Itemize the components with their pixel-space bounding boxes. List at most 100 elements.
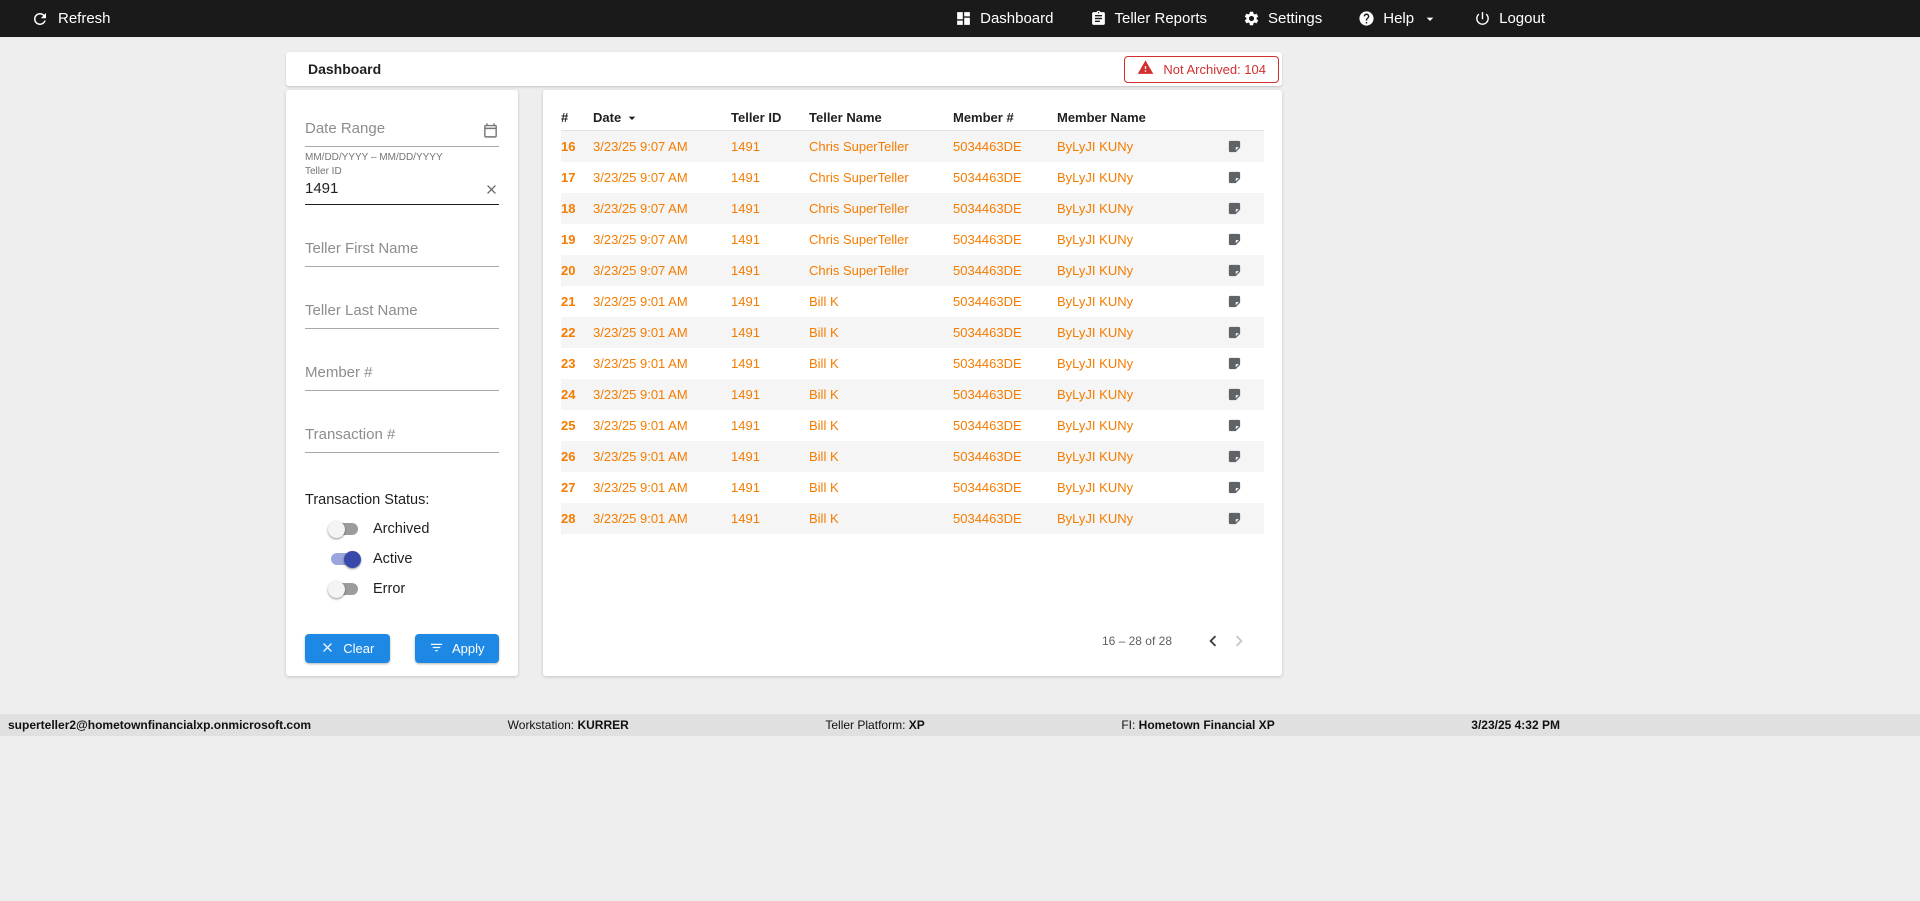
archived-toggle[interactable]	[328, 520, 358, 538]
teller-first-name-input[interactable]	[305, 236, 499, 266]
teller-last-name-input[interactable]	[305, 298, 499, 328]
row-number-cell: 19	[561, 232, 576, 247]
filter-icon	[429, 640, 444, 658]
teller-id-input[interactable]	[305, 177, 499, 204]
nav-help[interactable]: Help	[1358, 10, 1438, 27]
row-number-cell: 27	[561, 480, 576, 495]
clear-button[interactable]: Clear	[305, 634, 390, 663]
row-date-cell: 3/23/25 9:01 AM	[593, 418, 688, 433]
transaction-number-input[interactable]	[305, 422, 499, 452]
row-member-number-cell: 5034463DE	[953, 511, 1022, 526]
column-header-num[interactable]: #	[561, 110, 593, 125]
note-icon[interactable]	[1204, 139, 1264, 154]
row-date-cell: 3/23/25 9:07 AM	[593, 201, 688, 216]
row-teller-name-cell: Bill K	[809, 449, 839, 464]
row-teller-id-cell: 1491	[731, 387, 760, 402]
row-teller-name-cell: Bill K	[809, 480, 839, 495]
status-bar: superteller2@hometownfinancialxp.onmicro…	[0, 714, 1920, 736]
table-row[interactable]: 21 3/23/25 9:01 AM 1491 Bill K 5034463DE…	[561, 286, 1264, 317]
row-member-name-cell: ByLyJI KUNy	[1057, 356, 1134, 371]
close-icon	[320, 640, 335, 658]
row-teller-name-cell: Bill K	[809, 356, 839, 371]
table-row[interactable]: 20 3/23/25 9:07 AM 1491 Chris SuperTelle…	[561, 255, 1264, 286]
next-page-button[interactable]	[1226, 628, 1252, 654]
teller-id-field[interactable]	[305, 177, 499, 205]
previous-page-button[interactable]	[1200, 628, 1226, 654]
column-header-date[interactable]: Date	[593, 110, 731, 126]
row-member-name-cell: ByLyJI KUNy	[1057, 263, 1134, 278]
teller-first-name-field[interactable]	[305, 236, 499, 267]
member-number-field[interactable]	[305, 360, 499, 391]
teller-last-name-field[interactable]	[305, 298, 499, 329]
row-date-cell: 3/23/25 9:01 AM	[593, 325, 688, 340]
row-teller-name-cell: Chris SuperTeller	[809, 139, 909, 154]
table-row[interactable]: 23 3/23/25 9:01 AM 1491 Bill K 5034463DE…	[561, 348, 1264, 379]
nav-teller-reports[interactable]: Teller Reports	[1090, 10, 1207, 27]
apply-button[interactable]: Apply	[414, 634, 499, 663]
date-range-input[interactable]	[305, 116, 499, 146]
table-row[interactable]: 18 3/23/25 9:07 AM 1491 Chris SuperTelle…	[561, 193, 1264, 224]
column-header-date-label: Date	[593, 110, 622, 125]
row-member-number-cell: 5034463DE	[953, 294, 1022, 309]
row-number-cell: 22	[561, 325, 576, 340]
column-header-member-name[interactable]: Member Name	[1057, 110, 1204, 125]
not-archived-badge[interactable]: Not Archived: 104	[1124, 55, 1279, 83]
note-icon[interactable]	[1204, 418, 1264, 433]
note-icon[interactable]	[1204, 480, 1264, 495]
table-row[interactable]: 27 3/23/25 9:01 AM 1491 Bill K 5034463DE…	[561, 472, 1264, 503]
row-date-cell: 3/23/25 9:07 AM	[593, 170, 688, 185]
status-datetime: 3/23/25 4:32 PM	[1471, 718, 1560, 732]
column-header-teller-id[interactable]: Teller ID	[731, 110, 809, 125]
column-header-teller-name[interactable]: Teller Name	[809, 110, 953, 125]
help-icon	[1358, 10, 1375, 27]
transactions-table: # Date Teller ID Teller Name Member # Me…	[543, 90, 1282, 676]
table-row[interactable]: 28 3/23/25 9:01 AM 1491 Bill K 5034463DE…	[561, 503, 1264, 534]
nav-settings-label: Settings	[1268, 10, 1323, 27]
note-icon[interactable]	[1204, 449, 1264, 464]
table-row[interactable]: 19 3/23/25 9:07 AM 1491 Chris SuperTelle…	[561, 224, 1264, 255]
note-icon[interactable]	[1204, 387, 1264, 402]
row-member-number-cell: 5034463DE	[953, 418, 1022, 433]
row-member-number-cell: 5034463DE	[953, 139, 1022, 154]
note-icon[interactable]	[1204, 170, 1264, 185]
apply-button-label: Apply	[451, 641, 485, 656]
table-row[interactable]: 17 3/23/25 9:07 AM 1491 Chris SuperTelle…	[561, 162, 1264, 193]
note-icon[interactable]	[1204, 201, 1264, 216]
column-header-member-number[interactable]: Member #	[953, 110, 1057, 125]
table-row[interactable]: 25 3/23/25 9:01 AM 1491 Bill K 5034463DE…	[561, 410, 1264, 441]
table-row[interactable]: 24 3/23/25 9:01 AM 1491 Bill K 5034463DE…	[561, 379, 1264, 410]
table-row[interactable]: 26 3/23/25 9:01 AM 1491 Bill K 5034463DE…	[561, 441, 1264, 472]
row-member-number-cell: 5034463DE	[953, 480, 1022, 495]
warning-icon	[1137, 59, 1154, 79]
transaction-number-field[interactable]	[305, 422, 499, 453]
nav-settings[interactable]: Settings	[1243, 10, 1322, 27]
row-teller-name-cell: Bill K	[809, 511, 839, 526]
row-date-cell: 3/23/25 9:07 AM	[593, 139, 688, 154]
pagination: 16 – 28 of 28	[561, 628, 1264, 664]
note-icon[interactable]	[1204, 511, 1264, 526]
clear-teller-id-icon[interactable]	[484, 182, 499, 197]
active-toggle[interactable]	[331, 550, 361, 568]
note-icon[interactable]	[1204, 263, 1264, 278]
row-member-number-cell: 5034463DE	[953, 201, 1022, 216]
error-toggle[interactable]	[328, 580, 358, 598]
note-icon[interactable]	[1204, 356, 1264, 371]
nav-logout[interactable]: Logout	[1474, 10, 1545, 27]
toggle-row-error: Error	[305, 580, 499, 598]
toggle-row-active: Active	[305, 550, 499, 568]
member-number-input[interactable]	[305, 360, 499, 390]
workstation-info: Workstation: KURRER	[507, 718, 629, 732]
row-number-cell: 26	[561, 449, 576, 464]
nav-dashboard[interactable]: Dashboard	[955, 10, 1054, 27]
refresh-button[interactable]: Refresh	[31, 10, 111, 28]
date-range-field[interactable]	[305, 116, 499, 147]
note-icon[interactable]	[1204, 232, 1264, 247]
note-icon[interactable]	[1204, 325, 1264, 340]
row-member-name-cell: ByLyJI KUNy	[1057, 480, 1134, 495]
calendar-icon[interactable]	[482, 122, 499, 139]
note-icon[interactable]	[1204, 294, 1264, 309]
row-number-cell: 17	[561, 170, 576, 185]
row-teller-name-cell: Chris SuperTeller	[809, 170, 909, 185]
table-row[interactable]: 16 3/23/25 9:07 AM 1491 Chris SuperTelle…	[561, 131, 1264, 162]
table-row[interactable]: 22 3/23/25 9:01 AM 1491 Bill K 5034463DE…	[561, 317, 1264, 348]
